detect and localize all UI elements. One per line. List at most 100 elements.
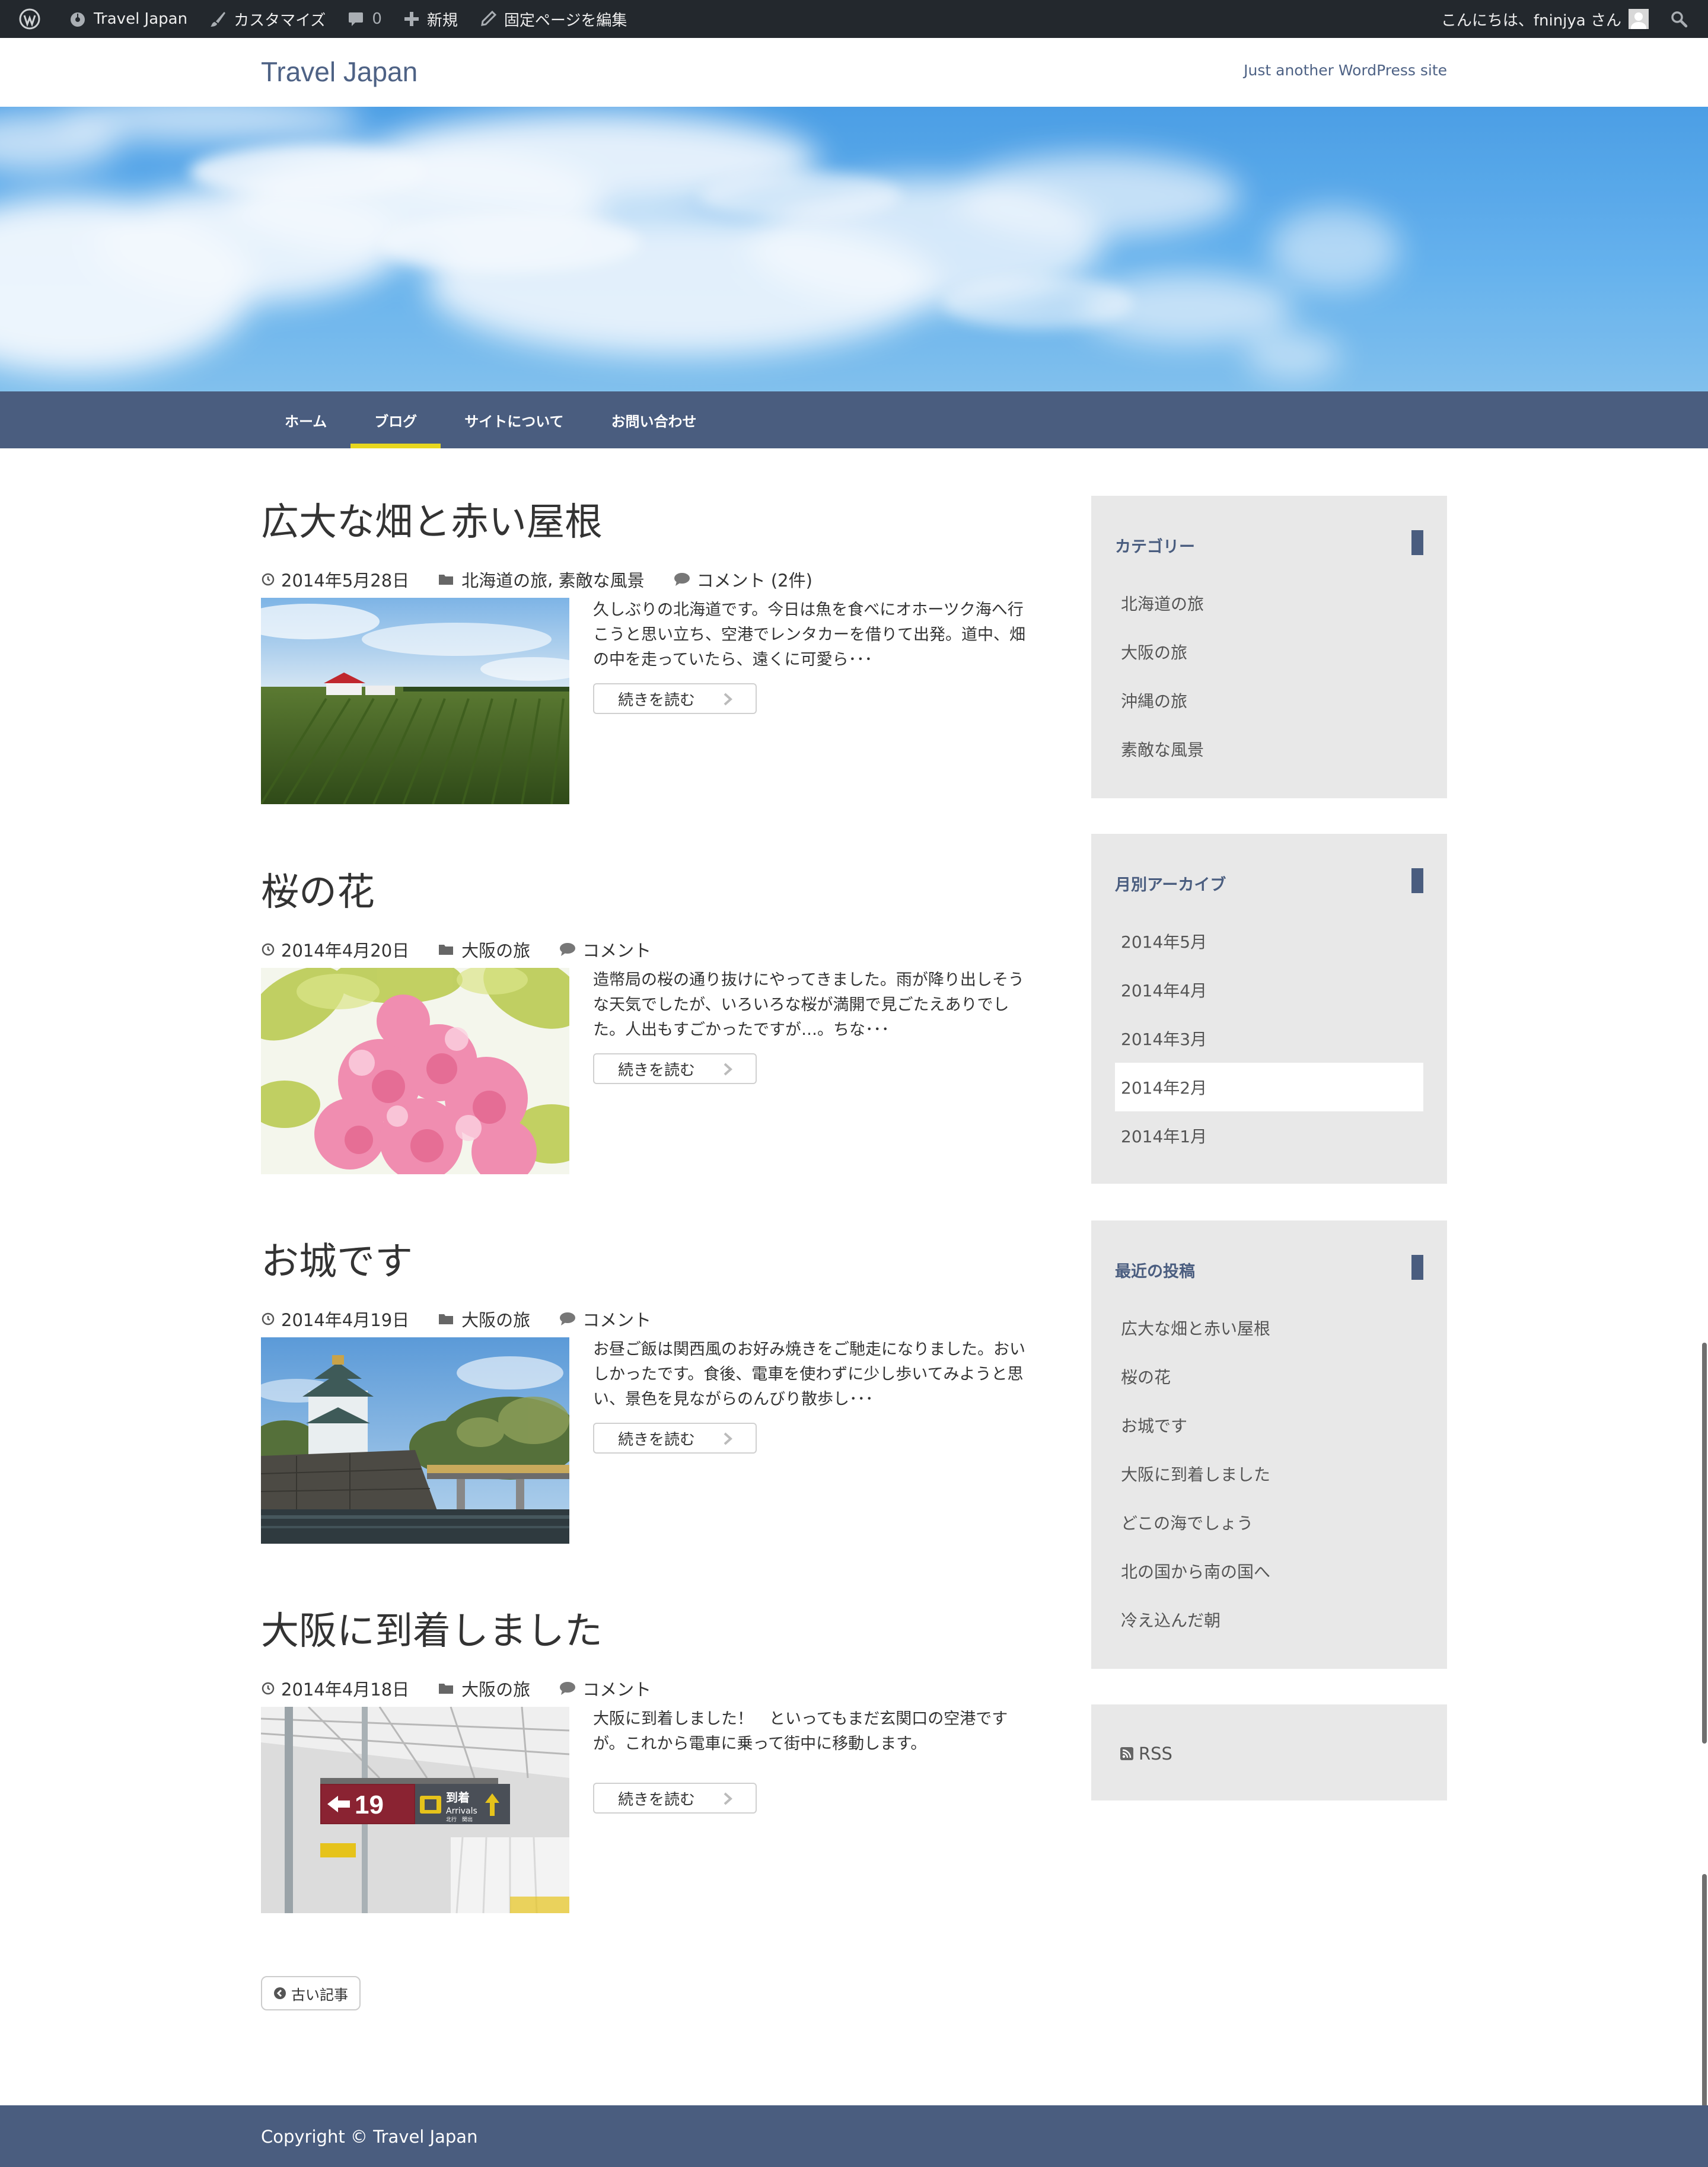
category-link[interactable]: 大阪の旅 (461, 937, 530, 962)
category-item[interactable]: 北海道の旅 (1115, 579, 1423, 627)
post-title[interactable]: 桜の花 (261, 873, 375, 911)
folder-icon (439, 1684, 454, 1694)
comments-link: コメント (582, 1310, 652, 1330)
widget-title: 月別アーカイブ (1115, 876, 1226, 894)
rss-icon (1120, 1747, 1133, 1760)
post-comments[interactable]: コメント (559, 1676, 651, 1701)
admin-new-link[interactable]: 新規 (393, 0, 469, 38)
recent-post-item[interactable]: 大阪に到着しました (1115, 1449, 1423, 1498)
chevron-right-icon (724, 1063, 732, 1076)
comment-bubble-icon (560, 1312, 576, 1325)
admin-edit-page-link[interactable]: 固定ページを編集 (469, 0, 638, 38)
post-comments[interactable]: コメント (559, 937, 651, 962)
post-date-text[interactable]: 2014年5月28日 (281, 567, 409, 592)
category-item[interactable]: 沖縄の旅 (1115, 676, 1423, 725)
archive-item[interactable]: 2014年3月 (1115, 1014, 1423, 1063)
recent-post-item[interactable]: 冷え込んだ朝 (1115, 1595, 1423, 1644)
recent-posts-list: 広大な畑と赤い屋根 桜の花 お城です 大阪に到着しました どこの海でしょう 北の… (1115, 1304, 1423, 1644)
nav-item-home[interactable]: ホーム (261, 391, 350, 448)
clock-icon (262, 943, 275, 956)
post-thumbnail-farm[interactable] (261, 598, 569, 804)
post-entry: 大阪に到着しました 2014年4月18日 大阪の旅 コメント 19 到着 Arr… (261, 1612, 1032, 1932)
recent-posts-widget: 最近の投稿 広大な畑と赤い屋根 桜の花 お城です 大阪に到着しました どこの海で… (1091, 1220, 1447, 1669)
recent-post-item[interactable]: どこの海でしょう (1115, 1498, 1423, 1547)
archive-item[interactable]: 2014年1月 (1115, 1111, 1423, 1160)
widget-title-marker (1411, 868, 1423, 893)
read-more-button[interactable]: 続きを読む (593, 1783, 757, 1814)
pencil-icon (481, 10, 496, 26)
post-date-text[interactable]: 2014年4月19日 (281, 1306, 409, 1331)
post-thumbnail-airport[interactable]: 19 到着 Arrivals 北行 関出 (261, 1707, 569, 1913)
older-posts-button[interactable]: 古い記事 (261, 1976, 361, 2010)
post-excerpt: お昼ご飯は関西風のお好み焼きをご馳走になりました。おいしかったです。食後、電車を… (593, 1340, 1025, 1408)
rss-widget: RSS (1091, 1704, 1447, 1800)
category-separator: , (547, 569, 559, 589)
post-comments[interactable]: コメント (559, 1306, 651, 1331)
wordpress-logo-icon[interactable] (8, 0, 58, 38)
site-title[interactable]: Travel Japan (261, 56, 418, 88)
post-entry: 広大な畑と赤い屋根 2014年5月28日 北海道の旅, 素敵な風景 コメント (… (261, 503, 1032, 811)
category-link[interactable]: 大阪の旅 (461, 1676, 530, 1701)
post-comments[interactable]: コメント (2件) (673, 567, 812, 592)
admin-search-button[interactable] (1659, 0, 1697, 38)
post-date: 2014年4月18日 (261, 1676, 409, 1701)
post-categories: 大阪の旅 (438, 1306, 530, 1331)
nav-item-about[interactable]: サイトについて (441, 391, 587, 448)
nav-item-blog[interactable]: ブログ (350, 391, 441, 448)
post-date: 2014年4月20日 (261, 937, 409, 962)
read-more-label: 続きを読む (618, 691, 696, 709)
category-link[interactable]: 北海道の旅 (461, 567, 547, 592)
scrollbar-thumb[interactable] (1702, 1343, 1707, 1744)
admin-comments-count: 0 (372, 10, 382, 28)
category-link[interactable]: 大阪の旅 (461, 1306, 530, 1331)
category-item[interactable]: 素敵な風景 (1115, 725, 1423, 773)
recent-post-item[interactable]: お城です (1115, 1401, 1423, 1449)
post-entry: お城です 2014年4月19日 大阪の旅 コメント お昼ご飯は関西風のお好み焼き… (261, 1242, 1032, 1551)
admin-bar: Travel Japan カスタマイズ 0 新規 固定ページを編集 こんにちは、… (0, 0, 1708, 38)
post-thumbnail-castle[interactable] (261, 1337, 569, 1544)
post-date-text[interactable]: 2014年4月18日 (281, 1676, 409, 1701)
header-image-sky (0, 107, 1708, 391)
post-title[interactable]: 広大な畑と赤い屋根 (261, 503, 603, 541)
read-more-label: 続きを読む (618, 1430, 696, 1449)
plus-icon (404, 12, 419, 26)
archive-item[interactable]: 2014年5月 (1115, 917, 1423, 965)
gate-number: 19 (355, 1790, 384, 1819)
nav-item-contact[interactable]: お問い合わせ (588, 391, 721, 448)
read-more-label: 続きを読む (618, 1061, 696, 1079)
folder-icon (439, 575, 454, 585)
admin-new-label: 新規 (426, 11, 458, 30)
recent-post-item[interactable]: 桜の花 (1115, 1352, 1423, 1401)
read-more-label: 続きを読む (618, 1790, 696, 1809)
widget-title-marker (1411, 1255, 1423, 1280)
post-title[interactable]: 大阪に到着しました (261, 1612, 603, 1650)
read-more-button[interactable]: 続きを読む (593, 1423, 757, 1454)
folder-icon (439, 945, 454, 955)
chevron-right-icon (724, 693, 732, 706)
admin-comments-link[interactable]: 0 (336, 0, 393, 38)
site-footer: Copyright © Travel Japan (0, 2105, 1708, 2167)
post-date: 2014年5月28日 (261, 567, 409, 592)
read-more-button[interactable]: 続きを読む (593, 1053, 757, 1084)
comment-bubble-icon (674, 573, 690, 586)
read-more-button[interactable]: 続きを読む (593, 683, 757, 714)
post-thumbnail-sakura[interactable] (261, 968, 569, 1174)
admin-site-link[interactable]: Travel Japan (58, 0, 198, 38)
admin-account-menu[interactable]: こんにちは、fninjya さん (1430, 0, 1659, 38)
recent-post-item[interactable]: 北の国から南の国へ (1115, 1547, 1423, 1595)
dashboard-icon (71, 12, 85, 27)
post-date-text[interactable]: 2014年4月20日 (281, 937, 409, 962)
recent-post-item[interactable]: 広大な畑と赤い屋根 (1115, 1304, 1423, 1352)
rss-link[interactable]: RSS (1120, 1744, 1172, 1764)
category-item[interactable]: 大阪の旅 (1115, 627, 1423, 676)
categories-widget: カテゴリー 北海道の旅 大阪の旅 沖縄の旅 素敵な風景 (1091, 496, 1447, 798)
post-meta: 2014年5月28日 北海道の旅, 素敵な風景 コメント (2件) (261, 567, 841, 592)
widget-title: カテゴリー (1115, 538, 1195, 556)
category-link[interactable]: 素敵な風景 (559, 567, 645, 592)
archive-item[interactable]: 2014年4月 (1115, 965, 1423, 1014)
post-title[interactable]: お城です (261, 1242, 413, 1280)
admin-edit-page-label: 固定ページを編集 (504, 11, 627, 30)
admin-customize-link[interactable]: カスタマイズ (198, 0, 336, 38)
archive-item-hovered[interactable]: 2014年2月 (1115, 1063, 1423, 1111)
post-date: 2014年4月19日 (261, 1306, 409, 1331)
